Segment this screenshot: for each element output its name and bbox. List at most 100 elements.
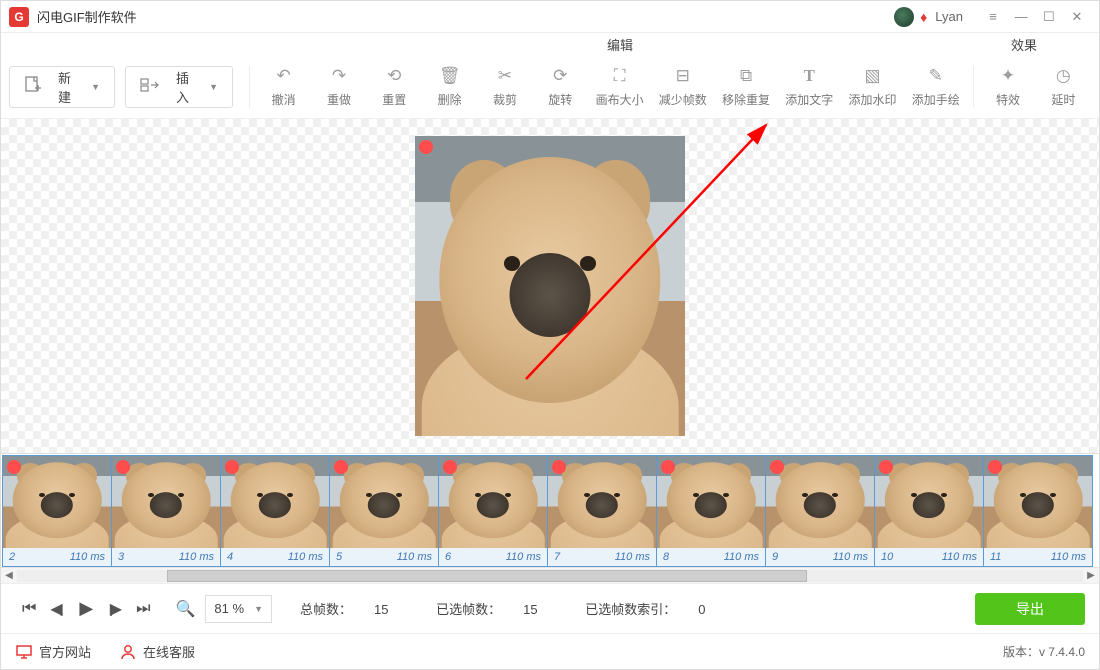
frame-duration: 110 ms — [833, 551, 868, 563]
footer: 官方网站 在线客服 版本：v 7.4.4.0 — [1, 633, 1099, 669]
delay-button[interactable]: ◷延时 — [1036, 63, 1091, 110]
frame-thumb — [112, 456, 220, 548]
add-draw-button[interactable]: ✎添加手绘 — [904, 63, 967, 110]
prev-frame-button[interactable]: ◀| — [50, 599, 65, 619]
dedup-icon: ⧉ — [740, 65, 752, 87]
official-site-link[interactable]: 官方网站 — [15, 642, 91, 661]
frame-item[interactable]: 8 110 ms — [656, 455, 766, 567]
pencil-icon: ✎ — [929, 65, 943, 87]
frame-item[interactable]: 6 110 ms — [438, 455, 548, 567]
menu-icon[interactable]: ≡ — [979, 9, 1007, 24]
frame-item[interactable]: 7 110 ms — [547, 455, 657, 567]
frame-duration: 110 ms — [179, 551, 214, 563]
close-button[interactable]: ✕ — [1063, 9, 1091, 25]
frame-thumb — [548, 456, 656, 548]
undo-icon: ↶ — [277, 65, 291, 87]
frame-duration: 110 ms — [288, 551, 323, 563]
frame-item[interactable]: 11110 ms — [983, 455, 1093, 567]
insert-icon — [140, 76, 168, 97]
zoom-value: 81 — [214, 601, 228, 616]
insert-button[interactable]: 插入 ▼ — [125, 66, 233, 108]
frame-stats: 总帧数：15 已选帧数：15 已选帧数索引：0 — [300, 599, 749, 618]
username[interactable]: Lyan — [935, 9, 963, 24]
frame-duration: 110 ms — [724, 551, 759, 563]
frame-item[interactable]: 10110 ms — [874, 455, 984, 567]
frame-item[interactable]: 9 110 ms — [765, 455, 875, 567]
frame-number: 9 — [772, 551, 778, 563]
frame-number: 7 — [554, 551, 560, 563]
add-text-button[interactable]: T添加文字 — [778, 63, 841, 110]
timeline: 2110 ms3110 ms4110 ms5110 ms6110 ms7110 … — [1, 453, 1099, 583]
delete-button[interactable]: 🗑删除 — [422, 63, 477, 110]
crop-button[interactable]: ✂裁剪 — [477, 63, 532, 110]
resize-icon: ⛶ — [614, 65, 626, 87]
scroll-right-icon[interactable]: ▶ — [1083, 570, 1099, 581]
clock-icon: ◷ — [1056, 65, 1071, 87]
frame-thumb — [221, 456, 329, 548]
scissors-icon: ✂ — [498, 65, 512, 87]
section-effects-label: 效果 — [979, 35, 1099, 54]
support-link[interactable]: 在线客服 — [119, 642, 195, 661]
frames-strip[interactable]: 2110 ms3110 ms4110 ms5110 ms6110 ms7110 … — [1, 454, 1099, 567]
frame-thumb — [3, 456, 111, 548]
canvas[interactable] — [1, 119, 1099, 453]
next-frame-button[interactable]: |▶ — [107, 599, 122, 619]
chevron-down-icon: ▼ — [91, 82, 100, 92]
minimize-button[interactable]: — — [1007, 9, 1035, 24]
frame-duration: 110 ms — [70, 551, 105, 563]
frame-duration: 110 ms — [397, 551, 432, 563]
frame-thumb — [330, 456, 438, 548]
reduce-frames-button[interactable]: ⊟减少帧数 — [651, 63, 714, 110]
frame-number: 2 — [9, 551, 15, 563]
frame-number: 3 — [118, 551, 124, 563]
frame-item[interactable]: 2 110 ms — [2, 455, 112, 567]
rotate-button[interactable]: ⟳旋转 — [533, 63, 588, 110]
play-button[interactable]: ▶ — [79, 598, 93, 619]
scrollbar-thumb[interactable] — [167, 570, 807, 582]
canvas-size-button[interactable]: ⛶画布大小 — [588, 63, 651, 110]
official-site-label: 官方网站 — [39, 642, 91, 661]
undo-button[interactable]: ↶撤消 — [256, 63, 311, 110]
chevron-down-icon: ▼ — [209, 82, 218, 92]
scroll-left-icon[interactable]: ◀ — [1, 570, 17, 581]
add-watermark-button[interactable]: ▧添加水印 — [841, 63, 904, 110]
frame-item[interactable]: 5110 ms — [329, 455, 439, 567]
frame-duration: 110 ms — [615, 551, 650, 563]
timeline-scrollbar[interactable]: ◀ ▶ — [1, 567, 1099, 583]
trash-icon: 🗑 — [439, 65, 461, 87]
frame-thumb — [766, 456, 874, 548]
section-edit-label: 编辑 — [1, 35, 979, 54]
maximize-button[interactable]: ☐ — [1035, 9, 1063, 25]
frame-number: 4 — [227, 551, 233, 563]
new-button[interactable]: 新建 ▼ — [9, 66, 115, 108]
frame-thumb — [984, 456, 1092, 548]
text-icon: T — [804, 65, 815, 87]
first-frame-button[interactable]: ⏮ — [22, 600, 36, 618]
redo-icon: ↷ — [332, 65, 346, 87]
reduce-icon: ⊟ — [676, 65, 690, 87]
remove-dup-button[interactable]: ⧉移除重复 — [714, 63, 777, 110]
redo-button[interactable]: ↷重做 — [311, 63, 366, 110]
zoom-unit: % — [233, 601, 245, 616]
frame-thumb — [439, 456, 547, 548]
frame-thumb — [657, 456, 765, 548]
preview-image — [415, 136, 685, 436]
zoom-select[interactable]: 81 % ▼ — [205, 595, 272, 623]
frame-item[interactable]: 4 110 ms — [220, 455, 330, 567]
frame-duration: 110 ms — [506, 551, 541, 563]
frame-item[interactable]: 3 110 ms — [111, 455, 221, 567]
toolbar: 新建 ▼ 插入 ▼ ↶撤消 ↷重做 ⟲重置 🗑删除 ✂裁剪 ⟳旋转 ⛶画布大小 … — [1, 55, 1099, 119]
frame-number: 6 — [445, 551, 451, 563]
search-icon[interactable]: 🔍 — [176, 599, 196, 619]
last-frame-button[interactable]: ⏭ — [136, 600, 150, 618]
watermark-icon: ▧ — [864, 65, 880, 87]
user-avatar[interactable] — [894, 7, 914, 27]
export-button[interactable]: 导出 — [975, 593, 1085, 625]
reset-button[interactable]: ⟲重置 — [367, 63, 422, 110]
app-title: 闪电GIF制作软件 — [37, 7, 137, 26]
playback-controls: ⏮ ◀| ▶ |▶ ⏭ 🔍 81 % ▼ 总帧数：15 已选帧数：15 已选帧数… — [1, 583, 1099, 633]
frame-number: 10 — [881, 551, 893, 563]
fx-button[interactable]: ✦特效 — [980, 63, 1035, 110]
frame-number: 8 — [663, 551, 669, 563]
frame-duration: 110 ms — [1051, 551, 1086, 563]
